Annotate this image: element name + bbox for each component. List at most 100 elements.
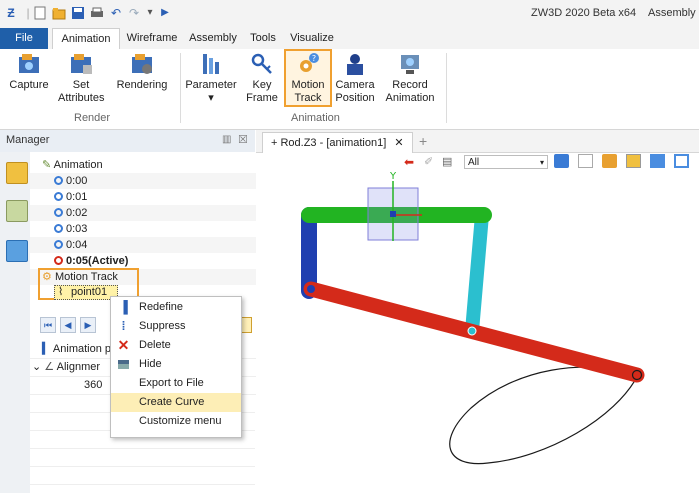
tab-animation[interactable]: Animation (52, 28, 120, 50)
capture-label: Capture (9, 79, 49, 91)
record-animation-button[interactable]: Record Animation (384, 51, 436, 105)
open-icon[interactable] (52, 6, 66, 20)
play-icon[interactable]: ▶ (80, 317, 96, 333)
manager-side-tabs (0, 152, 31, 493)
key-icon (54, 208, 63, 217)
menu-bar: File Animation Wireframe Assembly Tools … (0, 28, 699, 50)
point-label: point01 (71, 286, 108, 298)
customize-icon[interactable]: ▾ (143, 6, 157, 20)
add-tab-icon[interactable]: + (419, 133, 427, 149)
keyframe-label: 0:00 (66, 175, 88, 187)
key-icon (54, 240, 63, 249)
motion-curve (449, 366, 639, 465)
keyframe-label: 0:02 (66, 207, 88, 219)
keyframe-1[interactable]: 0:01 (30, 189, 279, 205)
menu-item-redefine[interactable]: ▐ Redefine (111, 298, 241, 317)
animation-manager-icon[interactable] (6, 200, 28, 222)
close-icon[interactable]: ✕ (394, 137, 403, 149)
history-manager-icon[interactable] (6, 240, 28, 262)
manager-header: Manager ▥ ☒ (0, 130, 255, 153)
y-axis-label: Y (389, 171, 397, 182)
group-separator (446, 53, 447, 123)
svg-text:?: ? (312, 54, 316, 63)
capture-button[interactable]: Capture (6, 51, 52, 92)
menu-item-delete[interactable]: ✕ Delete (111, 336, 241, 355)
undo-icon[interactable]: ↶ (109, 6, 123, 20)
tab-assembly[interactable]: Assembly (186, 28, 240, 49)
pivot-joint (307, 285, 315, 293)
keyframe-0[interactable]: 0:00 (30, 173, 279, 189)
menu-item-create-curve[interactable]: Create Curve (111, 393, 241, 412)
play-icon[interactable]: ▶ (158, 6, 172, 20)
set-attributes-label: Set Attributes (58, 79, 105, 104)
key-frame-button[interactable]: Key Frame (243, 51, 281, 105)
title-bar: Ƶ | ↶ ↷ ▾ ▶ ZW3D 2020 Beta x64 Assembly … (0, 0, 699, 28)
app-logo-icon[interactable]: Ƶ (4, 6, 18, 20)
empty-row (30, 448, 255, 467)
record-animation-label: Record Animation (385, 79, 435, 104)
mechanism-drawing: Y (301, 171, 645, 465)
capture-icon (16, 51, 42, 77)
print-icon[interactable] (90, 6, 104, 20)
cyan-link (465, 208, 489, 338)
tree-node-animation[interactable]: ✎ Animation (30, 157, 267, 173)
context-menu: ▐ Redefine ⁞ Suppress ✕ Delete Hide Expo… (110, 296, 242, 438)
step-back-icon[interactable]: ◀ (60, 317, 76, 333)
save-icon[interactable] (71, 6, 85, 20)
key-frame-icon (249, 51, 275, 77)
parameter-label: Parameter ▾ (185, 79, 237, 104)
group-label-animation: Animation (291, 112, 340, 124)
document-tabs: + Rod.Z3 - [animation1] ✕ + (256, 130, 699, 153)
property-item-label: Alignmer (56, 361, 101, 373)
set-attributes-icon (68, 51, 94, 77)
curve-point-icon: ⌇ (58, 286, 64, 298)
camera-position-icon (342, 51, 368, 77)
tab-visualize[interactable]: Visualize (286, 28, 338, 49)
graphics-viewport[interactable]: ⬅ ✐ ▤ All ▾ Y (256, 153, 699, 493)
menu-item-hide[interactable]: Hide (111, 355, 241, 374)
tab-rod-animation[interactable]: + Rod.Z3 - [animation1] ✕ (262, 132, 413, 153)
close-panel-icon[interactable]: ☒ (238, 133, 248, 146)
key-icon (54, 224, 63, 233)
manager-title: Manager (6, 134, 50, 146)
keyframe-4[interactable]: 0:04 (30, 237, 279, 253)
menu-item-export-to-file[interactable]: Export to File (111, 374, 241, 393)
new-icon[interactable] (33, 6, 47, 20)
rendering-label: Rendering (116, 79, 168, 91)
keyframe-2[interactable]: 0:02 (30, 205, 279, 221)
tab-label: + Rod.Z3 - [animation1] (271, 137, 387, 149)
tab-wireframe[interactable]: Wireframe (122, 28, 182, 49)
keyframe-active[interactable]: 0:05(Active) (30, 253, 279, 269)
menu-label: Hide (139, 358, 162, 370)
app-title: ZW3D 2020 Beta x64 (531, 7, 637, 19)
angle-icon: ∠ (44, 361, 55, 373)
redo-icon[interactable]: ↷ (127, 6, 141, 20)
group-separator (180, 53, 181, 123)
tab-tools[interactable]: Tools (246, 28, 280, 49)
tab-file[interactable]: File (0, 28, 48, 49)
menu-label: Export to File (139, 377, 204, 389)
keyframe-3[interactable]: 0:03 (30, 221, 279, 237)
menu-item-customize-menu[interactable]: Customize menu (111, 412, 241, 431)
origin-marker (390, 211, 396, 217)
slider-joint (467, 326, 477, 336)
rendering-button[interactable]: Rendering (114, 51, 170, 92)
key-icon (54, 192, 63, 201)
parameter-button[interactable]: Parameter ▾ (185, 51, 237, 105)
set-attributes-button[interactable]: Set Attributes (58, 51, 104, 105)
ribbon: Capture Set Attributes Rendering Render … (0, 49, 699, 130)
camera-position-button[interactable]: Camera Position (334, 51, 376, 105)
tree-label: Animation (53, 159, 103, 171)
assembly-manager-icon[interactable] (6, 162, 28, 184)
tree-node-point01[interactable]: ⌇ point01 (54, 285, 118, 300)
rewind-start-icon[interactable]: ⏮ (40, 317, 56, 333)
chevron-down-icon: ⌄ (32, 361, 42, 373)
keyframe-label: 0:01 (66, 191, 88, 203)
keyframe-label: 0:05(Active) (66, 255, 129, 267)
menu-item-suppress[interactable]: ⁞ Suppress (111, 317, 241, 336)
keyframe-label: 0:03 (66, 223, 88, 235)
tracked-point[interactable] (631, 369, 643, 381)
rendering-icon (129, 51, 155, 77)
pin-icon[interactable]: ▥ (222, 134, 231, 145)
motion-track-button[interactable]: ? Motion Track (284, 49, 332, 107)
